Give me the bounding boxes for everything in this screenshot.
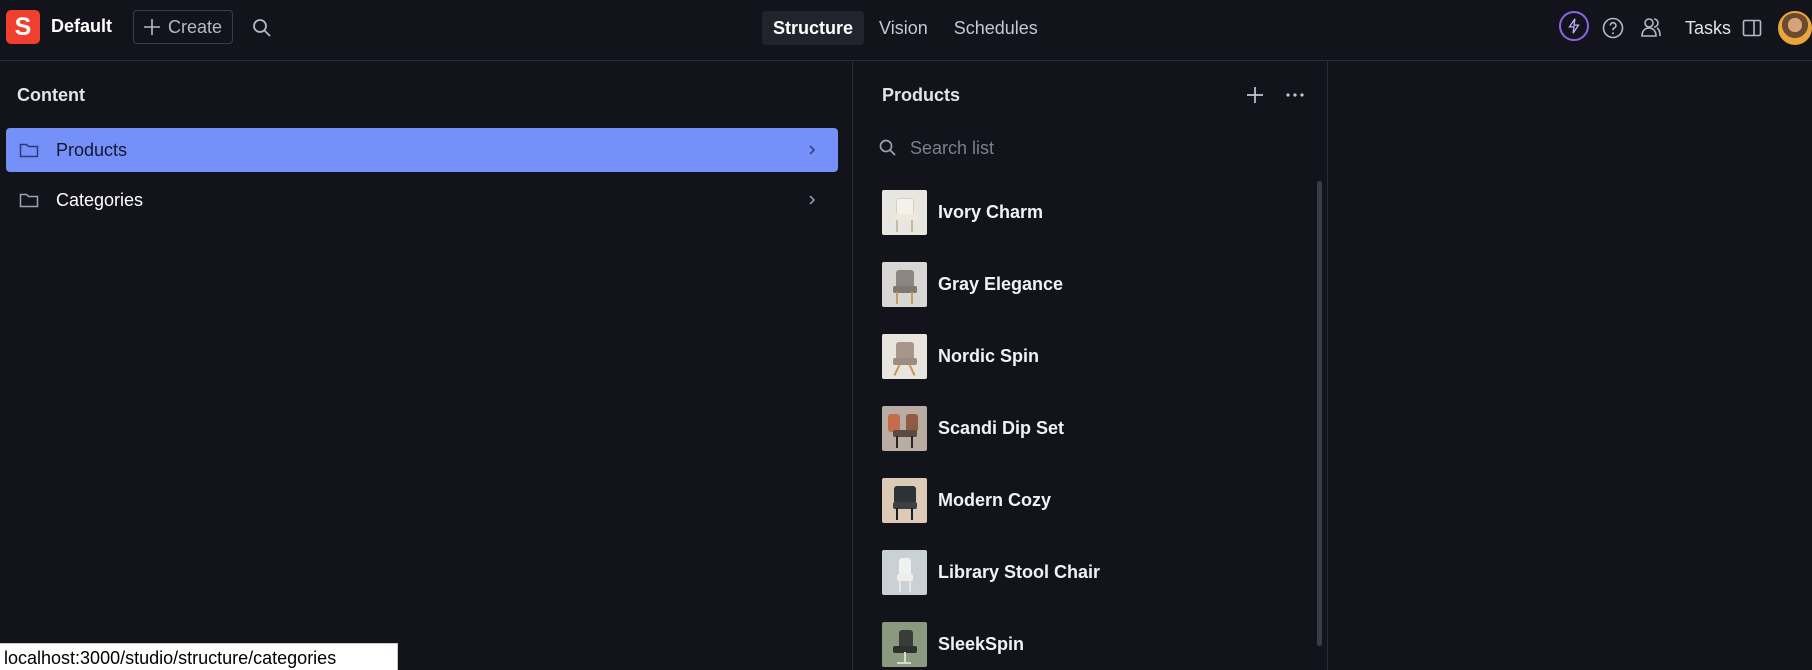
main-nav-tabs: Structure Vision Schedules: [762, 11, 1049, 45]
status-url-tooltip: localhost:3000/studio/structure/categori…: [0, 643, 398, 670]
content-item-products[interactable]: Products: [6, 128, 838, 172]
chevron-right-icon: [809, 145, 816, 155]
search-list-input[interactable]: [910, 137, 1270, 159]
folder-icon: [19, 143, 39, 158]
product-thumbnail: [882, 405, 927, 451]
product-thumbnail: [882, 477, 927, 523]
people-icon[interactable]: [1638, 14, 1664, 40]
product-row-nordic-spin[interactable]: Nordic Spin: [882, 333, 1302, 379]
content-item-label: Products: [56, 139, 128, 160]
product-name: Ivory Charm: [938, 201, 1044, 222]
tab-vision[interactable]: Vision: [868, 11, 939, 45]
chevron-right-icon: [809, 195, 816, 205]
product-row-scandi-dip-set[interactable]: Scandi Dip Set: [882, 405, 1302, 451]
search-icon[interactable]: [251, 17, 273, 39]
folder-icon: [19, 193, 39, 208]
product-thumbnail: [882, 549, 927, 595]
products-pane: Products Ivory Charm Gray Elegance Nordi…: [854, 61, 1328, 670]
content-item-categories[interactable]: Categories: [6, 178, 838, 222]
create-button[interactable]: Create: [133, 10, 233, 44]
product-thumbnail: [882, 189, 927, 235]
workspace-name[interactable]: Default: [51, 16, 112, 37]
product-name: Library Stool Chair: [938, 561, 1101, 582]
product-name: Nordic Spin: [938, 345, 1040, 366]
product-row-sleekspin[interactable]: SleekSpin: [882, 621, 1302, 667]
product-row-ivory-charm[interactable]: Ivory Charm: [882, 189, 1302, 235]
create-label: Create: [168, 16, 223, 37]
product-name: Modern Cozy: [938, 489, 1052, 510]
product-name: Gray Elegance: [938, 273, 1064, 294]
plus-icon: [144, 19, 160, 35]
help-icon[interactable]: [1601, 16, 1625, 40]
user-avatar[interactable]: [1778, 11, 1812, 45]
tab-schedules[interactable]: Schedules: [943, 11, 1049, 45]
content-item-label: Categories: [56, 189, 144, 210]
product-thumbnail: [882, 333, 927, 379]
scrollbar[interactable]: [1317, 181, 1322, 646]
product-thumbnail: [882, 621, 927, 667]
product-thumbnail: [882, 261, 927, 307]
product-row-modern-cozy[interactable]: Modern Cozy: [882, 477, 1302, 523]
bolt-icon[interactable]: [1559, 11, 1589, 41]
tasks-button[interactable]: Tasks: [1685, 18, 1731, 39]
top-navbar: S Default Create Structure Vision Schedu…: [0, 0, 1812, 61]
product-row-gray-elegance[interactable]: Gray Elegance: [882, 261, 1302, 307]
tab-structure[interactable]: Structure: [762, 11, 865, 45]
panel-toggle-icon[interactable]: [1741, 17, 1763, 39]
more-options-icon[interactable]: [1283, 83, 1307, 107]
studio-logo[interactable]: S: [6, 10, 40, 44]
search-icon: [879, 139, 896, 156]
add-icon[interactable]: [1243, 83, 1267, 107]
content-pane: Content Products Categories: [0, 61, 853, 670]
content-pane-title: Content: [17, 85, 85, 105]
products-pane-title: Products: [882, 85, 961, 105]
product-row-library-stool-chair[interactable]: Library Stool Chair: [882, 549, 1302, 595]
product-name: Scandi Dip Set: [938, 417, 1065, 438]
search-list: [878, 131, 1298, 165]
product-name: SleekSpin: [938, 633, 1025, 654]
